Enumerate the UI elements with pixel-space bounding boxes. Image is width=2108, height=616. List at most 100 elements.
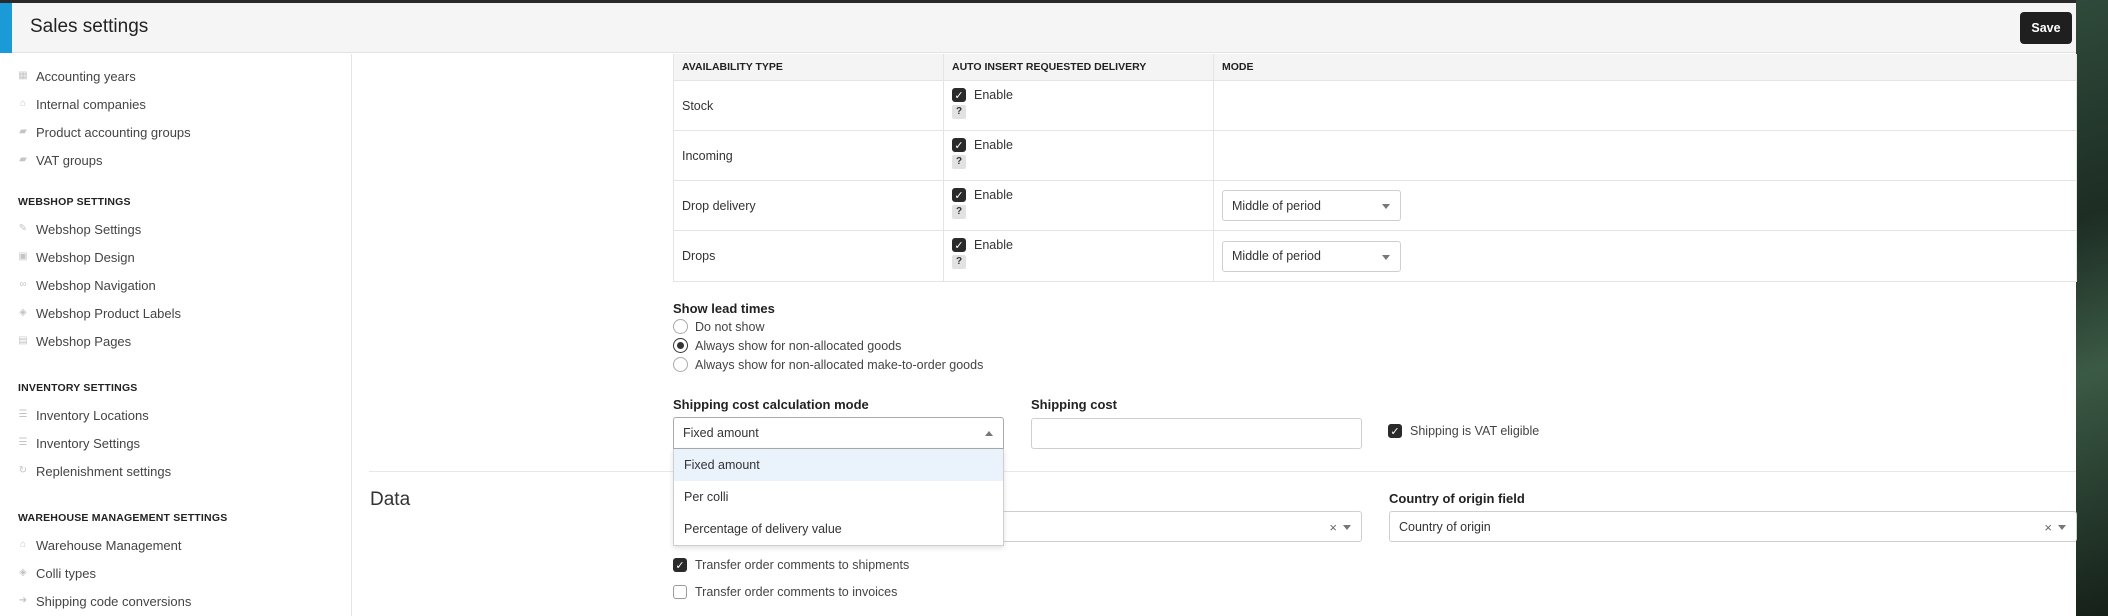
- transfer-shipments-label: Transfer order comments to shipments: [695, 558, 910, 572]
- sidebar-item-label: Product accounting groups: [36, 124, 191, 140]
- mode-select[interactable]: Middle of period: [1222, 190, 1401, 221]
- enable-checkbox[interactable]: ✓: [952, 138, 966, 152]
- sidebar-item-webshop-navigation[interactable]: ∞ Webshop Navigation: [18, 275, 155, 295]
- vat-eligible-checkbox[interactable]: ✓: [1388, 424, 1402, 438]
- vat-eligible-row[interactable]: ✓ Shipping is VAT eligible: [1388, 424, 1539, 438]
- table-row: Drop delivery ✓ Enable ? Middle of period: [674, 181, 2076, 231]
- section-divider: [369, 471, 2076, 472]
- clear-icon[interactable]: ×: [2044, 520, 2052, 535]
- transfer-shipments-checkbox[interactable]: ✓: [673, 558, 687, 572]
- sidebar-item-webshop-pages[interactable]: ▤ Webshop Pages: [18, 331, 131, 351]
- wrench-icon: ✎: [18, 223, 28, 234]
- mode-cell: [1214, 131, 2076, 180]
- home-icon: ⌂: [19, 98, 27, 109]
- radio-label: Always show for non-allocated goods: [695, 338, 902, 353]
- table-row: Incoming ✓ Enable ?: [674, 131, 2076, 181]
- sidebar-item-label: Inventory Settings: [36, 435, 141, 451]
- sidebar-item-label: Accounting years: [36, 68, 136, 84]
- lead-times-label: Show lead times: [673, 301, 775, 316]
- lead-times-option[interactable]: Always show for non-allocated goods: [673, 338, 901, 353]
- tag-icon: ◈: [19, 307, 27, 318]
- availability-table: AVAILABILITY TYPE AUTO INSERT REQUESTED …: [673, 54, 2077, 282]
- page-icon: ▤: [18, 335, 28, 346]
- shipping-mode-dropdown: Fixed amount Per colli Percentage of del…: [673, 449, 1004, 546]
- sidebar: ▦ Accounting years ⌂ Internal companies ▰ P…: [0, 54, 352, 616]
- sidebar-item-product-accounting-groups[interactable]: ▰ Product accounting groups: [18, 122, 191, 142]
- desktop-background: [2076, 0, 2108, 616]
- mode-select-value: Middle of period: [1232, 198, 1321, 213]
- enable-checkbox[interactable]: ✓: [952, 88, 966, 102]
- radio-label: Always show for non-allocated make-to-or…: [695, 357, 984, 372]
- enable-label: Enable: [974, 238, 1013, 252]
- home-icon: ⌂: [19, 539, 27, 550]
- save-button[interactable]: Save: [2020, 12, 2072, 44]
- sidebar-item-shipping-code-conversions[interactable]: ➜ Shipping code conversions: [18, 591, 192, 611]
- sidebar-item-label: Inventory Locations: [36, 407, 149, 423]
- help-icon[interactable]: ?: [952, 205, 966, 219]
- sidebar-item-label: Webshop Settings: [36, 221, 142, 237]
- mode-cell: [1214, 81, 2076, 130]
- chevron-down-icon: [1382, 204, 1390, 209]
- chevron-down-icon: [1382, 254, 1390, 260]
- origin-field-label: Country of origin field: [1389, 491, 1525, 506]
- mode-cell: Middle of period: [1214, 231, 2076, 281]
- data-section-title: Data: [370, 489, 411, 510]
- transfer-invoices-checkbox[interactable]: [673, 585, 687, 599]
- radio-button[interactable]: [673, 338, 688, 353]
- enable-label: Enable: [974, 188, 1013, 202]
- list-icon: ☰: [18, 437, 28, 448]
- page-title: Sales settings: [30, 16, 149, 37]
- clear-icon[interactable]: ×: [1329, 520, 1337, 535]
- help-icon[interactable]: ?: [952, 155, 966, 169]
- column-header: MODE: [1222, 61, 1254, 73]
- sidebar-item-webshop-settings[interactable]: ✎ Webshop Settings: [18, 219, 141, 239]
- main-content: AVAILABILITY TYPE AUTO INSERT REQUESTED …: [353, 54, 2077, 616]
- help-icon[interactable]: ?: [952, 105, 966, 119]
- lead-times-option[interactable]: Always show for non-allocated make-to-or…: [673, 357, 983, 372]
- dropdown-option[interactable]: Percentage of delivery value: [674, 513, 1003, 545]
- sidebar-item-colli-types[interactable]: ◈ Colli types: [18, 563, 96, 583]
- sidebar-section-inventory: INVENTORY SETTINGS: [18, 382, 138, 394]
- sidebar-item-internal-companies[interactable]: ⌂ Internal companies: [18, 94, 146, 114]
- table-header-row: AVAILABILITY TYPE AUTO INSERT REQUESTED …: [674, 54, 2076, 81]
- tag-icon: ◈: [19, 567, 27, 578]
- transfer-invoices-row[interactable]: Transfer order comments to invoices: [673, 585, 897, 599]
- enable-checkbox[interactable]: ✓: [952, 188, 966, 202]
- chevron-down-icon: [2058, 525, 2066, 530]
- enable-checkbox[interactable]: ✓: [952, 238, 966, 252]
- availability-type-cell: Incoming: [674, 131, 944, 180]
- mode-select[interactable]: Middle of period: [1222, 240, 1401, 272]
- transfer-invoices-label: Transfer order comments to invoices: [695, 585, 898, 599]
- column-header: AVAILABILITY TYPE: [674, 54, 944, 80]
- transfer-shipments-row[interactable]: ✓ Transfer order comments to shipments: [673, 558, 909, 572]
- vat-eligible-label: Shipping is VAT eligible: [1410, 424, 1540, 438]
- shipping-cost-input[interactable]: [1031, 418, 1362, 449]
- enable-label: Enable: [974, 88, 1013, 102]
- sidebar-item-warehouse-management[interactable]: ⌂ Warehouse Management: [18, 535, 182, 555]
- origin-field-select[interactable]: Country of origin ×: [1389, 511, 2077, 542]
- radio-button[interactable]: [673, 357, 688, 372]
- sidebar-section-webshop: WEBSHOP SETTINGS: [18, 196, 131, 208]
- sidebar-item-replenishment-settings[interactable]: ↻ Replenishment settings: [18, 461, 171, 481]
- sidebar-item-vat-groups[interactable]: ▰ VAT groups: [18, 150, 102, 170]
- list-icon: ☰: [18, 409, 28, 420]
- help-icon[interactable]: ?: [952, 255, 966, 269]
- shipping-mode-select[interactable]: Fixed amount: [673, 417, 1004, 449]
- app-window: Sales settings Save ▦ Accounting years ⌂ I…: [0, 3, 2077, 616]
- sidebar-item-inventory-settings[interactable]: ☰ Inventory Settings: [18, 433, 141, 453]
- dropdown-option[interactable]: Per colli: [674, 481, 1003, 513]
- sidebar-item-webshop-design[interactable]: ▣ Webshop Design: [18, 247, 135, 267]
- sidebar-item-label: Webshop Pages: [36, 333, 132, 349]
- sidebar-item-accounting-years[interactable]: ▦ Accounting years: [18, 66, 136, 86]
- data-field-select[interactable]: ×: [993, 511, 1362, 542]
- sidebar-item-webshop-product-labels[interactable]: ◈ Webshop Product Labels: [18, 303, 181, 323]
- radio-button[interactable]: [673, 319, 688, 334]
- chevron-down-icon: [1343, 525, 1351, 530]
- auto-insert-cell: ✓ Enable ?: [944, 231, 1214, 281]
- dropdown-option[interactable]: Fixed amount: [674, 449, 1003, 481]
- page-header: Sales settings Save: [0, 3, 2076, 53]
- sidebar-item-inventory-locations[interactable]: ☰ Inventory Locations: [18, 405, 149, 425]
- image-icon: ▣: [18, 251, 28, 262]
- lead-times-option[interactable]: Do not show: [673, 319, 764, 334]
- availability-type-cell: Stock: [674, 81, 944, 130]
